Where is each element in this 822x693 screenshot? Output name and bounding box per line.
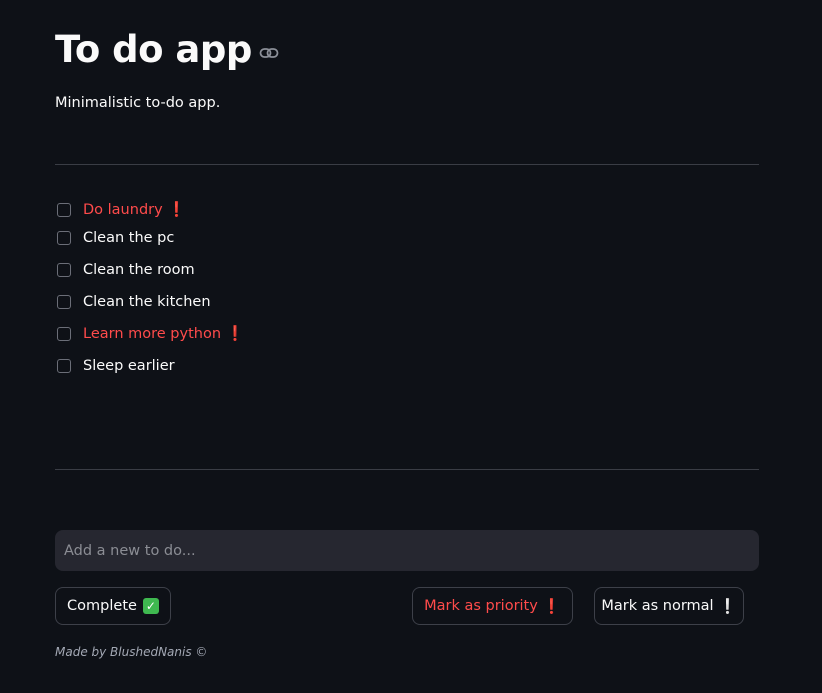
checkbox-icon[interactable] [57,263,71,277]
todo-label[interactable]: Sleep earlier [83,356,175,376]
todo-label[interactable]: Clean the pc [83,228,174,248]
page-title: To do app [55,28,252,71]
title-row: To do app [55,26,279,74]
footer-credit: Made by BlushedNanis © [55,645,208,659]
bottom-divider [55,469,759,470]
todo-label[interactable]: Clean the room [83,260,195,280]
todo-text: Learn more python [83,326,222,342]
mark-normal-button[interactable]: Mark as normal ❕ [594,587,744,625]
red-exclamation-icon: ❗ [226,326,245,342]
red-exclamation-icon: ❗ [542,598,561,615]
new-todo-input[interactable] [55,530,759,571]
complete-button-label: Complete [67,598,137,614]
check-mark-icon: ✓ [142,598,159,614]
top-divider [55,164,759,165]
red-exclamation-icon: ❗ [167,202,186,218]
checkbox-icon[interactable] [57,231,71,245]
checkbox-icon[interactable] [57,359,71,373]
todo-text: Sleep earlier [83,358,175,374]
todo-label[interactable]: Clean the kitchen [83,292,211,312]
page-subtitle: Minimalistic to-do app. [55,95,221,111]
complete-button[interactable]: Complete ✓ [55,587,171,625]
app-page: To do app Minimalistic to-do app. Do lau… [0,0,822,693]
checkbox-icon[interactable] [57,327,71,341]
checkbox-icon[interactable] [57,203,71,217]
todo-item[interactable]: Sleep earlier [57,342,244,382]
todo-text: Do laundry [83,202,163,218]
todo-list: Do laundry ❗ Clean the pc Clean the room Cle… [57,198,244,382]
todo-label[interactable]: Learn more python ❗ [83,324,244,344]
checkbox-icon[interactable] [57,295,71,309]
mark-priority-button[interactable]: Mark as priority ❗ [412,587,573,625]
mark-priority-label: Mark as priority [424,598,538,614]
todo-text: Clean the room [83,262,195,278]
todo-label[interactable]: Do laundry ❗ [83,200,186,220]
grey-exclamation-icon: ❕ [718,598,737,615]
todo-text: Clean the pc [83,230,175,246]
link-icon[interactable] [259,45,279,59]
todo-text: Clean the kitchen [83,294,211,310]
link-icon-svg [259,48,279,58]
mark-normal-label: Mark as normal [601,598,714,614]
